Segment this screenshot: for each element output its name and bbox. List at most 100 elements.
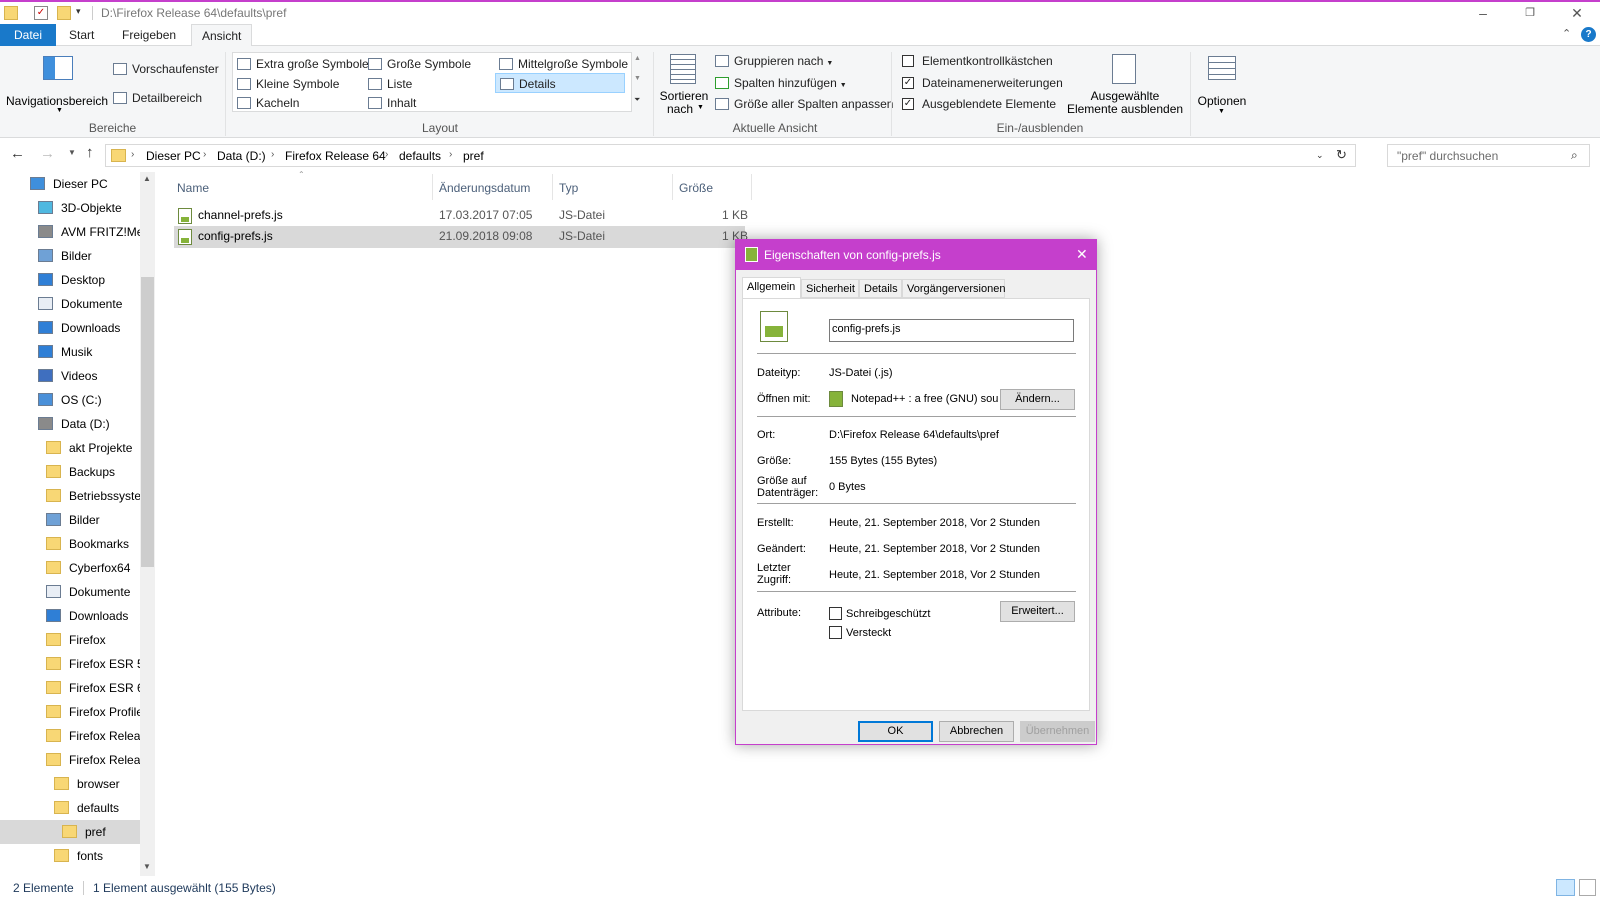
nav-item[interactable]: Betriebssyster: [0, 484, 145, 508]
search-input[interactable]: "pref" durchsuchen: [1397, 149, 1498, 163]
gruppieren-nach-button[interactable]: Gruppieren nach ▼: [715, 54, 833, 68]
column-divider[interactable]: [432, 174, 433, 200]
breadcrumb-firefox-release-64[interactable]: Firefox Release 64: [285, 149, 386, 163]
layout-details[interactable]: Details: [495, 73, 625, 93]
aendern-button[interactable]: Ändern...: [1000, 389, 1075, 410]
nav-item[interactable]: akt Projekte: [0, 436, 140, 460]
nav-item[interactable]: Firefox Profile: [0, 700, 143, 724]
column-divider[interactable]: [552, 174, 553, 200]
versteckt-checkbox[interactable]: [829, 626, 842, 639]
up-arrow-icon[interactable]: ↑: [86, 144, 94, 161]
nav-item[interactable]: defaults: [0, 796, 140, 820]
scrollbar-thumb[interactable]: [141, 277, 154, 567]
breadcrumb-separator-icon[interactable]: ›: [271, 149, 274, 160]
nav-item[interactable]: Videos: [0, 364, 140, 388]
tab-freigeben[interactable]: Freigeben: [112, 24, 186, 46]
breadcrumb-dieser-pc[interactable]: Dieser PC: [146, 149, 201, 163]
dialog-tab-vorgaengerversionen[interactable]: Vorgängerversionen: [902, 279, 1005, 298]
tab-start[interactable]: Start: [59, 24, 104, 46]
nav-item[interactable]: Desktop: [0, 268, 140, 292]
breadcrumb-pref[interactable]: pref: [463, 149, 484, 163]
optionen-button[interactable]: Optionen ▼: [1192, 52, 1252, 118]
nav-item[interactable]: Firefox Releas: [0, 724, 146, 748]
dialog-tab-sicherheit[interactable]: Sicherheit: [801, 279, 859, 298]
refresh-icon[interactable]: ↻: [1336, 147, 1347, 163]
nav-item[interactable]: browser: [0, 772, 140, 796]
breadcrumb-defaults[interactable]: defaults: [399, 149, 441, 163]
details-view-icon[interactable]: [1556, 879, 1575, 896]
table-row-selected[interactable]: config-prefs.js 21.09.2018 09:08 JS-Date…: [174, 226, 748, 248]
breadcrumb-data-d[interactable]: Data (D:): [217, 149, 266, 163]
nav-item[interactable]: Firefox ESR 60: [0, 676, 150, 700]
nav-item[interactable]: Downloads: [0, 316, 140, 340]
nav-item-selected[interactable]: pref: [0, 820, 140, 844]
breadcrumb-separator-icon[interactable]: ›: [385, 149, 388, 160]
scroll-down-icon[interactable]: ▼: [143, 862, 151, 871]
nav-item[interactable]: Firefox ESR 52: [0, 652, 150, 676]
column-header-name[interactable]: Name: [177, 181, 209, 195]
layout-mittel[interactable]: Mittelgroße Symbole: [499, 57, 628, 71]
nav-item[interactable]: Bookmarks: [0, 532, 140, 556]
search-field[interactable]: "pref" durchsuchen ⌕: [1387, 144, 1590, 167]
column-divider[interactable]: [672, 174, 673, 200]
forward-arrow-icon[interactable]: →: [40, 145, 55, 162]
nav-item[interactable]: Downloads: [0, 604, 140, 628]
nav-item[interactable]: Data (D:): [0, 412, 140, 436]
breadcrumb-separator-icon[interactable]: ›: [131, 149, 134, 160]
nav-item[interactable]: Backups: [0, 460, 140, 484]
tab-datei[interactable]: Datei: [0, 24, 56, 46]
elementkontrollkaestchen-checkbox[interactable]: Elementkontrollkästchen: [902, 54, 1053, 68]
large-icons-view-icon[interactable]: [1579, 879, 1596, 896]
column-header-groesse[interactable]: Größe: [679, 181, 713, 195]
navigation-scrollbar[interactable]: ▲ ▼: [140, 172, 155, 876]
column-divider[interactable]: [751, 174, 752, 200]
nav-item[interactable]: Cyberfox64: [0, 556, 140, 580]
nav-item[interactable]: Dokumente: [0, 580, 140, 604]
column-header-datum[interactable]: Änderungsdatum: [439, 181, 530, 195]
dialog-tab-allgemein[interactable]: Allgemein: [742, 277, 801, 299]
erweitert-button[interactable]: Erweitert...: [1000, 601, 1075, 622]
layout-klein[interactable]: Kleine Symbole: [237, 77, 339, 91]
nav-item[interactable]: 3D-Objekte: [0, 196, 140, 220]
back-arrow-icon[interactable]: ←: [10, 145, 25, 162]
table-row[interactable]: channel-prefs.js 17.03.2017 07:05 JS-Dat…: [174, 205, 748, 227]
dialog-tab-details[interactable]: Details: [859, 279, 902, 298]
layout-inhalt[interactable]: Inhalt: [368, 96, 416, 110]
column-header-typ[interactable]: Typ: [559, 181, 578, 195]
nav-item[interactable]: Musik: [0, 340, 140, 364]
layout-kacheln[interactable]: Kacheln: [237, 96, 299, 110]
close-button[interactable]: ✕: [1554, 2, 1600, 24]
abbrechen-button[interactable]: Abbrechen: [939, 721, 1014, 742]
nav-item[interactable]: Bilder: [0, 508, 140, 532]
vorschaufenster-button[interactable]: Vorschaufenster: [113, 62, 219, 76]
help-icon[interactable]: ?: [1581, 27, 1596, 42]
sortieren-nach-button[interactable]: Sortieren nach ▼: [659, 52, 709, 118]
maximize-button[interactable]: ❐: [1507, 2, 1553, 24]
dialog-close-icon[interactable]: ✕: [1076, 246, 1088, 263]
versteckt-label[interactable]: Versteckt: [846, 627, 891, 639]
new-folder-quick-icon[interactable]: [57, 6, 71, 20]
navigationsbereich-button[interactable]: Navigationsbereich ▼: [6, 52, 108, 114]
spaltenbreite-anpassen-button[interactable]: Größe aller Spalten anpassen: [715, 97, 893, 111]
ok-button[interactable]: OK: [858, 721, 933, 742]
layout-liste[interactable]: Liste: [368, 77, 412, 91]
ausgewaehlte-elemente-ausblenden-button[interactable]: Ausgewählte Elemente ausblenden: [1065, 52, 1185, 118]
recent-locations-icon[interactable]: ▼: [68, 148, 76, 157]
collapse-ribbon-icon[interactable]: ⌃: [1562, 27, 1571, 40]
gallery-scroll-up-icon[interactable]: ▲: [634, 55, 641, 62]
gallery-scroll-down-icon[interactable]: ▼: [634, 75, 641, 82]
nav-item[interactable]: Dieser PC: [0, 172, 140, 196]
search-icon[interactable]: ⌕: [1571, 148, 1578, 163]
nav-item[interactable]: AVM FRITZ!Me: [0, 220, 143, 244]
layout-extra-gross[interactable]: Extra große Symbole: [237, 57, 369, 71]
nav-item[interactable]: fonts: [0, 844, 140, 868]
address-field[interactable]: › Dieser PC › Data (D:) › Firefox Releas…: [105, 144, 1356, 167]
nav-item[interactable]: Bilder: [0, 244, 140, 268]
tab-ansicht[interactable]: Ansicht: [191, 24, 253, 47]
schreibgeschuetzt-label[interactable]: Schreibgeschützt: [846, 608, 930, 620]
nav-item[interactable]: OS (C:): [0, 388, 140, 412]
properties-quick-icon[interactable]: ✓: [34, 6, 48, 20]
detailbereich-button[interactable]: Detailbereich: [113, 91, 202, 105]
filename-input[interactable]: config-prefs.js: [829, 319, 1074, 342]
customize-quick-access-icon[interactable]: ▾: [76, 6, 81, 17]
